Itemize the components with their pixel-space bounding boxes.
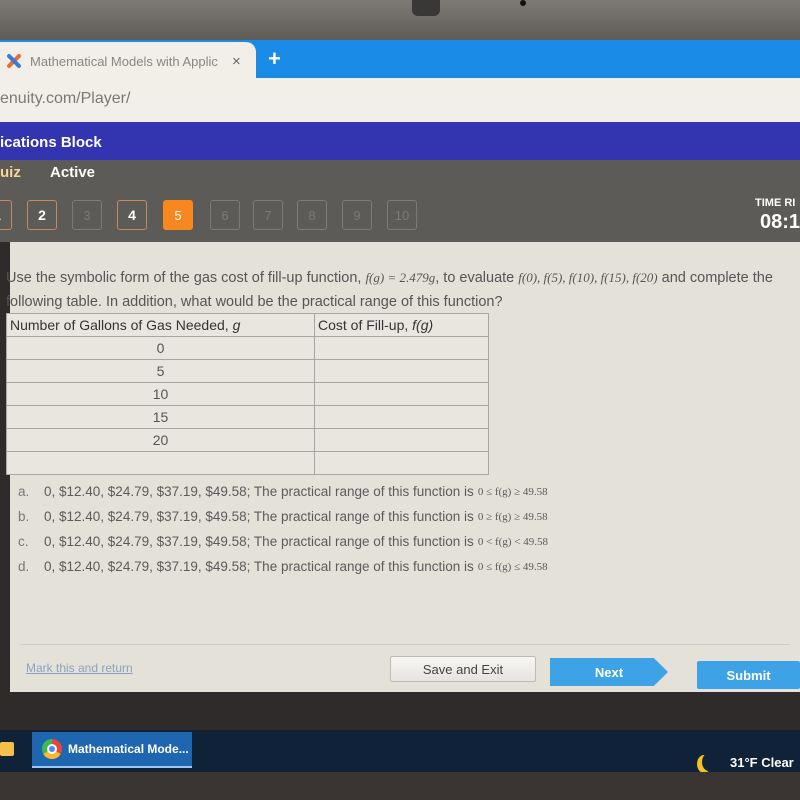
header-cost-text: Cost of Fill-up,	[318, 317, 413, 333]
choice-text: 0, $12.40, $24.79, $37.19, $49.58; The p…	[44, 509, 474, 524]
choice-text: 0, $12.40, $24.79, $37.19, $49.58; The p…	[44, 484, 474, 499]
choice-letter: b.	[18, 509, 30, 524]
choice-text: 0, $12.40, $24.79, $37.19, $49.58; The p…	[44, 534, 474, 549]
gallons-cell: 10	[6, 382, 315, 406]
question-nav-6[interactable]: 6	[210, 200, 240, 230]
question-nav-3[interactable]: 3	[72, 200, 102, 230]
gallons-cell	[6, 451, 315, 475]
evaluation-list: f(0), f(5), f(10), f(15), f(20)	[518, 270, 658, 285]
weather-widget[interactable]: 31°F Clear	[696, 753, 794, 771]
question-text-part1: Use the symbolic form of the gas cost of…	[6, 270, 366, 286]
header-gallons-text: Number of Gallons of Gas Needed,	[10, 317, 233, 333]
cost-cell	[314, 405, 489, 429]
status-label: Active	[50, 164, 96, 181]
answer-choice-a[interactable]: a. 0, $12.40, $24.79, $37.19, $49.58; The…	[18, 479, 548, 504]
gallons-cell: 5	[6, 359, 315, 383]
taskbar-chrome-item[interactable]: Mathematical Mode...	[32, 732, 192, 768]
submit-button[interactable]: Submit	[697, 661, 800, 689]
cost-cell	[314, 428, 489, 452]
file-explorer-icon[interactable]	[0, 742, 14, 756]
question-text-part2: , to evaluate	[435, 270, 519, 286]
answer-choices: a. 0, $12.40, $24.79, $37.19, $49.58; The…	[18, 479, 548, 579]
taskbar-app-label: Mathematical Mode...	[68, 742, 189, 756]
footer-divider	[20, 644, 790, 645]
question-nav-9[interactable]: 9	[342, 200, 372, 230]
question-nav-7[interactable]: 7	[253, 200, 283, 230]
table-header-row: Number of Gallons of Gas Needed, g Cost …	[6, 313, 489, 337]
gallons-cell: 15	[6, 405, 315, 429]
next-button[interactable]: Next	[550, 658, 668, 686]
time-remaining-value: 08:1	[760, 211, 800, 233]
time-remaining-label: TIME RI	[755, 197, 796, 209]
course-header: ications Block	[0, 122, 800, 160]
cost-cell	[314, 451, 489, 475]
mark-and-return-link[interactable]: Mark this and return	[26, 661, 133, 675]
question-nav-5[interactable]: 5	[163, 200, 193, 230]
gallons-cell: 20	[6, 428, 315, 452]
cost-cell	[314, 336, 489, 360]
choice-range: 0 ≥ f(g) ≥ 49.58	[477, 510, 548, 523]
laptop-bezel	[0, 0, 800, 40]
webcam-icon	[412, 0, 440, 16]
question-nav-8[interactable]: 8	[297, 200, 327, 230]
table-row: 0	[6, 336, 489, 360]
table-row: 15	[6, 405, 489, 429]
weather-text: 31°F Clear	[730, 754, 794, 770]
webcam-light-icon	[520, 0, 526, 6]
gas-cost-table: Number of Gallons of Gas Needed, g Cost …	[6, 313, 489, 475]
choice-range: 0 ≤ f(g) ≤ 49.58	[477, 560, 548, 573]
table-row: 5	[6, 359, 489, 383]
answer-choice-b[interactable]: b. 0, $12.40, $24.79, $37.19, $49.58; The…	[18, 504, 548, 529]
table-row: 10	[6, 382, 489, 406]
function-expression: f(g) = 2.479g	[365, 270, 436, 285]
question-nav-4[interactable]: 4	[117, 200, 147, 230]
browser-tabstrip: Mathematical Models with Applic ×	[0, 40, 800, 80]
close-tab-icon[interactable]: ×	[232, 53, 241, 70]
choice-text: 0, $12.40, $24.79, $37.19, $49.58; The p…	[44, 559, 474, 574]
laptop-base	[0, 772, 800, 800]
moon-icon	[702, 753, 716, 771]
save-and-exit-button[interactable]: Save and Exit	[390, 656, 536, 682]
choice-letter: a.	[18, 484, 30, 499]
question-nav-2[interactable]: 2	[27, 200, 57, 230]
question-nav-1[interactable]: 1	[0, 200, 12, 230]
browser-tab[interactable]: Mathematical Models with Applic ×	[0, 42, 256, 80]
choice-letter: d.	[18, 559, 30, 574]
quiz-label: uiz	[0, 164, 21, 181]
choice-letter: c.	[18, 534, 29, 549]
choice-range: 0 ≤ f(g) ≥ 49.58	[477, 485, 548, 498]
cost-cell	[314, 382, 489, 406]
question-prompt: Use the symbolic form of the gas cost of…	[6, 266, 796, 314]
question-nav-10[interactable]: 10	[387, 200, 417, 230]
new-tab-button[interactable]: +	[268, 46, 281, 72]
choice-range: 0 < f(g) < 49.58	[477, 535, 548, 548]
answer-choice-c[interactable]: c. 0, $12.40, $24.79, $37.19, $49.58; The…	[18, 529, 548, 554]
quiz-status-bar: uiz Active 123456789 10	[0, 160, 800, 242]
url-text[interactable]: enuity.com/Player/	[0, 90, 130, 108]
tab-title: Mathematical Models with Applic	[30, 53, 218, 69]
header-cost-var: f(g)	[412, 317, 434, 333]
chrome-icon	[42, 739, 62, 759]
header-gallons-var: g	[232, 317, 241, 333]
table-row: 20	[6, 428, 489, 452]
answer-choice-d[interactable]: d. 0, $12.40, $24.79, $37.19, $49.58; The…	[18, 554, 548, 579]
gallons-cell: 0	[6, 336, 315, 360]
header-gallons: Number of Gallons of Gas Needed, g	[6, 313, 315, 337]
cost-cell	[314, 359, 489, 383]
address-bar[interactable]: enuity.com/Player/	[0, 78, 800, 122]
edgenuity-favicon-icon	[4, 52, 22, 70]
course-title: ications Block	[0, 134, 102, 151]
header-cost: Cost of Fill-up, f(g)	[314, 313, 489, 337]
table-row	[6, 451, 489, 475]
